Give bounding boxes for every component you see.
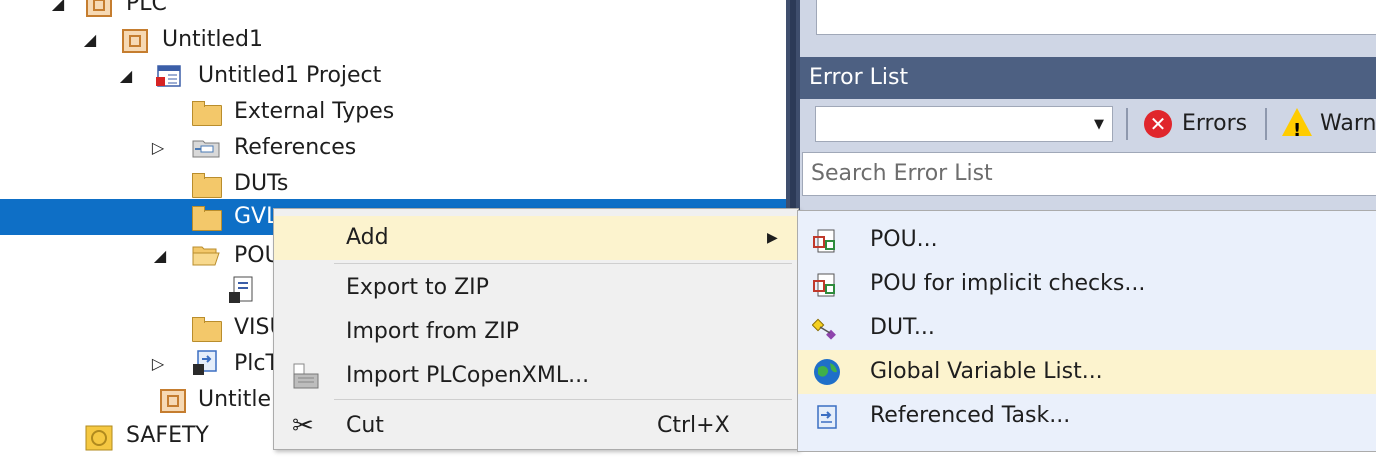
- tree-item-label: Untitled1 Project: [198, 63, 382, 88]
- tree-item-label: References: [234, 135, 357, 160]
- errors-filter-button[interactable]: ✕ Errors: [1140, 104, 1260, 144]
- import-xml-icon: [292, 362, 320, 406]
- task-icon: [192, 350, 220, 376]
- menu-item-label: Export to ZIP: [346, 275, 489, 300]
- toolbar-separator: [1265, 108, 1267, 140]
- menu-item-add[interactable]: Add ▶: [274, 216, 798, 260]
- errors-label: Errors: [1182, 111, 1248, 136]
- expanded-arrow-icon[interactable]: ◢: [80, 22, 100, 58]
- folder-open-icon: [192, 244, 220, 268]
- tree-item-label: SAFETY: [126, 423, 209, 448]
- search-placeholder: Search Error List: [811, 161, 993, 186]
- tree-item-label: GVL: [234, 204, 279, 229]
- output-panel: [816, 0, 1376, 35]
- submenu-item-referenced-task[interactable]: Referenced Task...: [798, 394, 1376, 438]
- submenu-item-global-variable-list[interactable]: Global Variable List...: [798, 350, 1376, 394]
- submenu-item-label: Referenced Task...: [870, 403, 1071, 428]
- menu-item-import-plcopenxml[interactable]: Import PLCopenXML...: [274, 354, 798, 398]
- scissors-icon: ✂: [292, 411, 314, 441]
- tree-item-duts[interactable]: DUTs: [0, 166, 786, 202]
- tree-item-plc[interactable]: ◢ PLC: [0, 0, 786, 22]
- expanded-arrow-icon[interactable]: ◢: [48, 0, 68, 22]
- tree-item-untitled1-project[interactable]: ◢ Untitled1 Project: [0, 58, 786, 94]
- folder-icon: [192, 172, 222, 198]
- submenu-item-label: Global Variable List...: [870, 359, 1103, 384]
- submenu-item-pou-implicit-checks[interactable]: POU for implicit checks...: [798, 262, 1376, 306]
- plc-icon: [84, 0, 112, 17]
- safety-icon: [84, 424, 113, 451]
- folder-icon: [192, 205, 222, 231]
- error-search-input[interactable]: Search Error List: [802, 152, 1376, 196]
- folder-icon: [192, 100, 222, 126]
- tree-item-label: Untitle: [198, 387, 272, 412]
- project-file-icon: [156, 64, 184, 88]
- menu-item-shortcut: Ctrl+X: [657, 413, 730, 438]
- referenced-task-icon: [812, 403, 840, 429]
- pou-document-icon: [228, 276, 256, 304]
- add-submenu: POU... POU for implicit checks... DUT...…: [797, 210, 1376, 452]
- submenu-arrow-icon: ▶: [767, 230, 778, 246]
- menu-separator: [334, 399, 792, 400]
- error-filter-dropdown[interactable]: ▼: [815, 106, 1113, 142]
- warnings-label: Warn: [1320, 111, 1376, 136]
- dut-icon: [811, 315, 840, 341]
- plc-project-icon: [120, 28, 148, 53]
- submenu-item-label: POU...: [870, 227, 938, 252]
- menu-item-label: Add: [346, 225, 389, 250]
- error-icon: ✕: [1144, 110, 1172, 138]
- submenu-item-label: DUT...: [870, 315, 935, 340]
- tree-item-label: Untitled1: [162, 27, 264, 52]
- menu-item-export-zip[interactable]: Export to ZIP: [274, 266, 798, 310]
- menu-item-label: Import PLCopenXML...: [346, 363, 590, 388]
- expanded-arrow-icon[interactable]: ◢: [150, 238, 170, 274]
- folder-icon: [192, 316, 222, 342]
- menu-item-import-zip[interactable]: Import from ZIP: [274, 310, 798, 354]
- tree-item-label: DUTs: [234, 171, 289, 196]
- menu-item-label: Cut: [346, 413, 384, 438]
- chevron-down-icon[interactable]: ▼: [1094, 117, 1104, 132]
- tree-item-external-types[interactable]: External Types: [0, 94, 786, 130]
- menu-separator: [334, 263, 792, 264]
- menu-item-cut[interactable]: ✂ Cut Ctrl+X: [274, 404, 798, 448]
- collapsed-arrow-icon[interactable]: ▷: [148, 130, 168, 166]
- context-menu: Add ▶ Export to ZIP Import from ZIP Impo…: [273, 208, 799, 450]
- expanded-arrow-icon[interactable]: ◢: [116, 58, 136, 94]
- warning-exclamation-icon: !: [1293, 120, 1302, 141]
- error-list-header: Error List: [800, 57, 1376, 99]
- pou-icon: [812, 227, 840, 253]
- menu-item-label: Import from ZIP: [346, 319, 520, 344]
- tree-item-untitled1[interactable]: ◢ Untitled1: [0, 22, 786, 58]
- tree-item-references[interactable]: ▷ References: [0, 130, 786, 166]
- globe-icon: [812, 359, 840, 385]
- submenu-item-dut[interactable]: DUT...: [798, 306, 1376, 350]
- tree-item-label: External Types: [234, 99, 395, 124]
- pou-checks-icon: [812, 271, 840, 297]
- error-list-title: Error List: [809, 65, 909, 90]
- collapsed-arrow-icon[interactable]: ▷: [148, 346, 168, 382]
- submenu-item-label: POU for implicit checks...: [870, 271, 1146, 296]
- references-icon: [192, 136, 220, 160]
- submenu-item-pou[interactable]: POU...: [798, 218, 1376, 262]
- tree-item-label: PLC: [126, 0, 167, 16]
- plc-instance-icon: [158, 388, 186, 413]
- toolbar-separator: [1126, 108, 1128, 140]
- warnings-filter-button[interactable]: ! Warn: [1278, 104, 1376, 144]
